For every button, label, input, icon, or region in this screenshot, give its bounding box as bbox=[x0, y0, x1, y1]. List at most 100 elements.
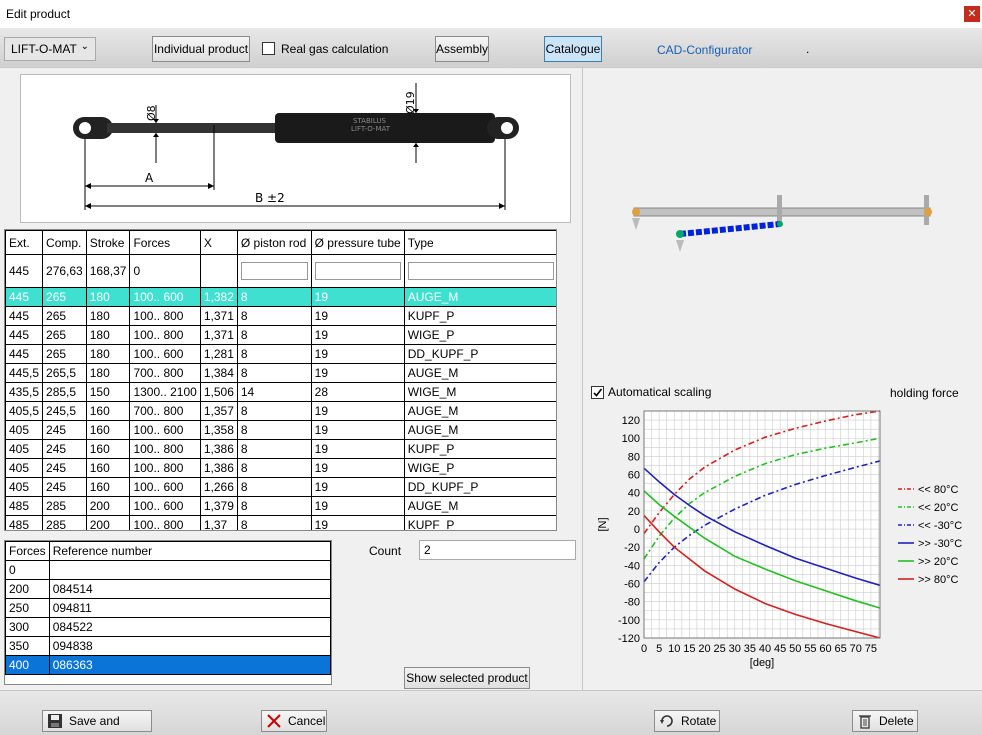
title-bar: Edit product ✕ bbox=[0, 0, 982, 28]
table-row[interactable]: 485 285 200 100.. 600 1,379 8 19 AUGE_M bbox=[5, 496, 556, 516]
table-cell: 19 bbox=[310, 477, 405, 497]
table-row[interactable]: 400 086363 bbox=[5, 655, 331, 675]
reference-table-header: Forces Reference number bbox=[5, 541, 331, 561]
y-tick-label: -40 bbox=[624, 560, 640, 572]
table-cell: 28 bbox=[310, 382, 405, 402]
table-row[interactable]: 445 265 180 100.. 600 1,281 8 19 DD_KUPF_P bbox=[5, 344, 556, 364]
column-header: Ø piston rod bbox=[236, 230, 312, 255]
y-tick-label: -60 bbox=[624, 579, 640, 591]
close-icon[interactable]: ✕ bbox=[964, 6, 980, 22]
x-tick-label: 0 bbox=[641, 643, 647, 655]
table-row[interactable]: 250 094811 bbox=[5, 598, 331, 618]
mechanism-sketch bbox=[632, 195, 932, 252]
rotate-button[interactable]: Rotate bbox=[654, 710, 720, 732]
table-cell: 14 bbox=[236, 382, 312, 402]
count-input[interactable]: 2 bbox=[419, 540, 576, 560]
dim-a-label: A bbox=[145, 171, 154, 185]
table-row[interactable]: 405 245 160 100.. 800 1,386 8 19 KUPF_P bbox=[5, 439, 556, 459]
table-cell: 1,386 bbox=[199, 458, 238, 478]
table-cell: 265 bbox=[42, 287, 87, 307]
table-row[interactable]: 435,5 285,5 150 1300.. 2100 1,506 14 28 WIGE_M bbox=[5, 382, 556, 402]
x-tick-label: 35 bbox=[744, 643, 756, 655]
table-row[interactable]: 445 265 180 100.. 600 1,382 8 19 AUGE_M bbox=[5, 287, 556, 307]
table-cell: 445 bbox=[5, 287, 44, 307]
table-cell: 180 bbox=[85, 363, 131, 383]
filter-value: 445 bbox=[5, 254, 44, 288]
table-cell: 100.. 600 bbox=[129, 287, 201, 307]
y-tick-label: 40 bbox=[628, 488, 640, 500]
table-cell: 8 bbox=[236, 306, 312, 326]
table-cell: DD_KUPF_P bbox=[403, 344, 556, 364]
filter-cell bbox=[403, 254, 556, 288]
table-cell: 245,5 bbox=[42, 401, 87, 421]
table-cell: 150 bbox=[85, 382, 131, 402]
table-cell: 19 bbox=[310, 363, 405, 383]
real-gas-checkbox[interactable] bbox=[262, 42, 275, 55]
column-header: Comp. bbox=[42, 230, 87, 255]
x-tick-label: 70 bbox=[850, 643, 862, 655]
delete-button[interactable]: Delete bbox=[852, 710, 918, 732]
x-tick-label: 10 bbox=[668, 643, 680, 655]
table-cell: 8 bbox=[236, 439, 312, 459]
table-cell: 160 bbox=[85, 420, 131, 440]
legend-label: << 80°C bbox=[918, 484, 959, 496]
table-cell: 1,37 bbox=[199, 515, 238, 530]
cancel-button[interactable]: Cancel bbox=[261, 710, 327, 732]
automatic-scaling-label: Automatical scaling bbox=[608, 385, 712, 399]
table-row[interactable]: 405 245 160 100.. 600 1,266 8 19 DD_KUPF_P bbox=[5, 477, 556, 497]
legend-label: >> 20°C bbox=[918, 556, 959, 568]
filter-cell bbox=[310, 254, 405, 288]
x-tick-label: 5 bbox=[656, 643, 662, 655]
filter-input[interactable] bbox=[240, 262, 308, 280]
table-row[interactable]: 200 084514 bbox=[5, 579, 331, 599]
table-cell: 8 bbox=[236, 496, 312, 516]
table-row[interactable]: 300 084522 bbox=[5, 617, 331, 637]
real-gas-label: Real gas calculation bbox=[281, 42, 389, 56]
table-row[interactable]: 445 265 180 100.. 800 1,371 8 19 WIGE_P bbox=[5, 325, 556, 345]
table-cell: 265 bbox=[42, 306, 87, 326]
x-tick-label: 55 bbox=[804, 643, 816, 655]
table-cell: 245 bbox=[42, 477, 87, 497]
x-tick-label: 40 bbox=[759, 643, 771, 655]
table-row[interactable]: 445,5 265,5 180 700.. 800 1,384 8 19 AUGE_M bbox=[5, 363, 556, 383]
table-row[interactable]: 405 245 160 100.. 800 1,386 8 19 WIGE_P bbox=[5, 458, 556, 478]
automatic-scaling-checkbox[interactable] bbox=[591, 386, 604, 399]
y-tick-label: 80 bbox=[628, 451, 640, 463]
table-cell: 180 bbox=[85, 344, 131, 364]
table-cell: 700.. 800 bbox=[129, 363, 201, 383]
table-row[interactable]: 405 245 160 100.. 600 1,358 8 19 AUGE_M bbox=[5, 420, 556, 440]
x-tick-label: 45 bbox=[774, 643, 786, 655]
table-row[interactable]: 445 265 180 100.. 800 1,371 8 19 KUPF_P bbox=[5, 306, 556, 326]
filter-input[interactable] bbox=[407, 262, 554, 280]
table-cell: 485 bbox=[5, 515, 44, 530]
table-cell: 8 bbox=[236, 401, 312, 421]
toolbar-dot: . bbox=[806, 42, 810, 56]
table-cell: 160 bbox=[85, 439, 131, 459]
table-cell: 1,357 bbox=[199, 401, 238, 421]
table-cell: 1,371 bbox=[199, 306, 238, 326]
catalogue-button[interactable]: Catalogue bbox=[544, 36, 602, 62]
filter-input[interactable] bbox=[314, 262, 401, 280]
product-table-header: Ext. Comp. Stroke Forces X Ø piston rod Ø pres… bbox=[5, 230, 556, 255]
cad-configurator-link[interactable]: CAD-Configurator bbox=[657, 43, 752, 57]
dim-tube-label: Ø19 bbox=[404, 91, 417, 114]
individual-product-button[interactable]: Individual product bbox=[152, 36, 250, 62]
brand-line-2: LIFT-O-MAT bbox=[351, 125, 391, 133]
table-cell: 100.. 800 bbox=[129, 458, 201, 478]
table-cell: 19 bbox=[310, 458, 405, 478]
table-cell: 245 bbox=[42, 420, 87, 440]
gas-spring-drawing: STABILUS LIFT-O-MAT Ø8 Ø19 A B ±2 bbox=[73, 83, 519, 210]
show-selected-product-button[interactable]: Show selected product bbox=[404, 667, 530, 689]
table-cell: WIGE_P bbox=[403, 458, 556, 478]
save-and-close-button[interactable]: Save and close bbox=[42, 710, 152, 735]
table-row[interactable]: 485 285 200 100.. 800 1,37 8 19 KUPF_P bbox=[5, 515, 556, 530]
table-row[interactable]: 405,5 245,5 160 700.. 800 1,357 8 19 AUGE_M bbox=[5, 401, 556, 421]
product-type-select[interactable]: LIFT-O-MAT ⌄ bbox=[4, 37, 96, 61]
table-cell: 160 bbox=[85, 401, 131, 421]
table-row[interactable]: 350 094838 bbox=[5, 636, 331, 656]
assembly-button[interactable]: Assembly bbox=[435, 36, 489, 62]
table-cell: AUGE_M bbox=[403, 496, 556, 516]
table-cell: 19 bbox=[310, 401, 405, 421]
column-header: X bbox=[199, 230, 238, 255]
table-cell: WIGE_P bbox=[403, 325, 556, 345]
